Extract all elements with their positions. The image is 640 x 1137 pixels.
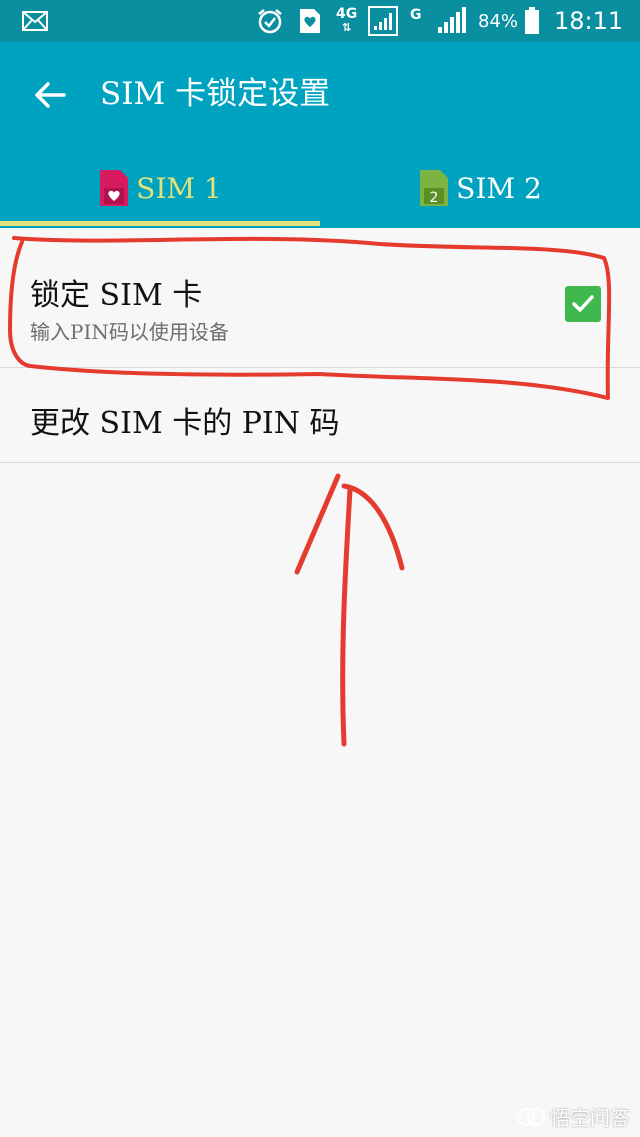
- tab-bar: SIM 1 2 SIM 2: [0, 148, 640, 228]
- lock-sim-setting-row[interactable]: 锁定 SIM 卡 输入PIN码以使用设备: [0, 228, 640, 367]
- tab-sim1[interactable]: SIM 1: [0, 148, 320, 228]
- watermark: 悟空问答: [516, 1102, 630, 1131]
- battery-percent: 84%: [478, 10, 519, 32]
- battery-icon: [524, 0, 540, 42]
- tab-sim2[interactable]: 2 SIM 2: [320, 148, 640, 228]
- clock: 18:11: [554, 7, 624, 35]
- network-type: 4G ⇅: [336, 6, 358, 34]
- mail-icon: [22, 0, 48, 42]
- arrow-left-icon: [35, 82, 66, 108]
- change-pin-title: 更改 SIM 卡的 PIN 码: [30, 406, 340, 441]
- signal-icon: [436, 0, 468, 42]
- signal-icon: [368, 0, 398, 42]
- divider: [0, 462, 640, 463]
- watermark-text: 悟空问答: [550, 1106, 630, 1130]
- status-bar: 4G ⇅ G 84% 18:11: [0, 0, 640, 42]
- alarm-icon: [256, 0, 284, 42]
- change-pin-setting-row[interactable]: 更改 SIM 卡的 PIN 码: [0, 368, 640, 462]
- tab-sim1-label: SIM 1: [136, 171, 222, 205]
- heart-sim-icon: [298, 0, 322, 42]
- lock-sim-checkbox[interactable]: [565, 286, 601, 322]
- lock-sim-title: 锁定 SIM 卡: [30, 278, 203, 313]
- chat-bubbles-icon: [517, 1107, 545, 1126]
- lock-sim-subtitle: 输入PIN码以使用设备: [30, 320, 229, 344]
- sim1-heart-icon: [100, 170, 129, 206]
- sim2-icon-number: 2: [430, 190, 439, 206]
- back-button[interactable]: [22, 70, 78, 120]
- carrier-network-label: G: [410, 7, 422, 23]
- page-title: SIM 卡锁定设置: [100, 76, 331, 112]
- sim2-icon: 2: [420, 170, 449, 206]
- check-icon: [572, 295, 594, 312]
- tab-indicator: [0, 221, 320, 226]
- app-bar: SIM 卡锁定设置: [0, 42, 640, 148]
- tab-sim2-label: SIM 2: [456, 171, 542, 205]
